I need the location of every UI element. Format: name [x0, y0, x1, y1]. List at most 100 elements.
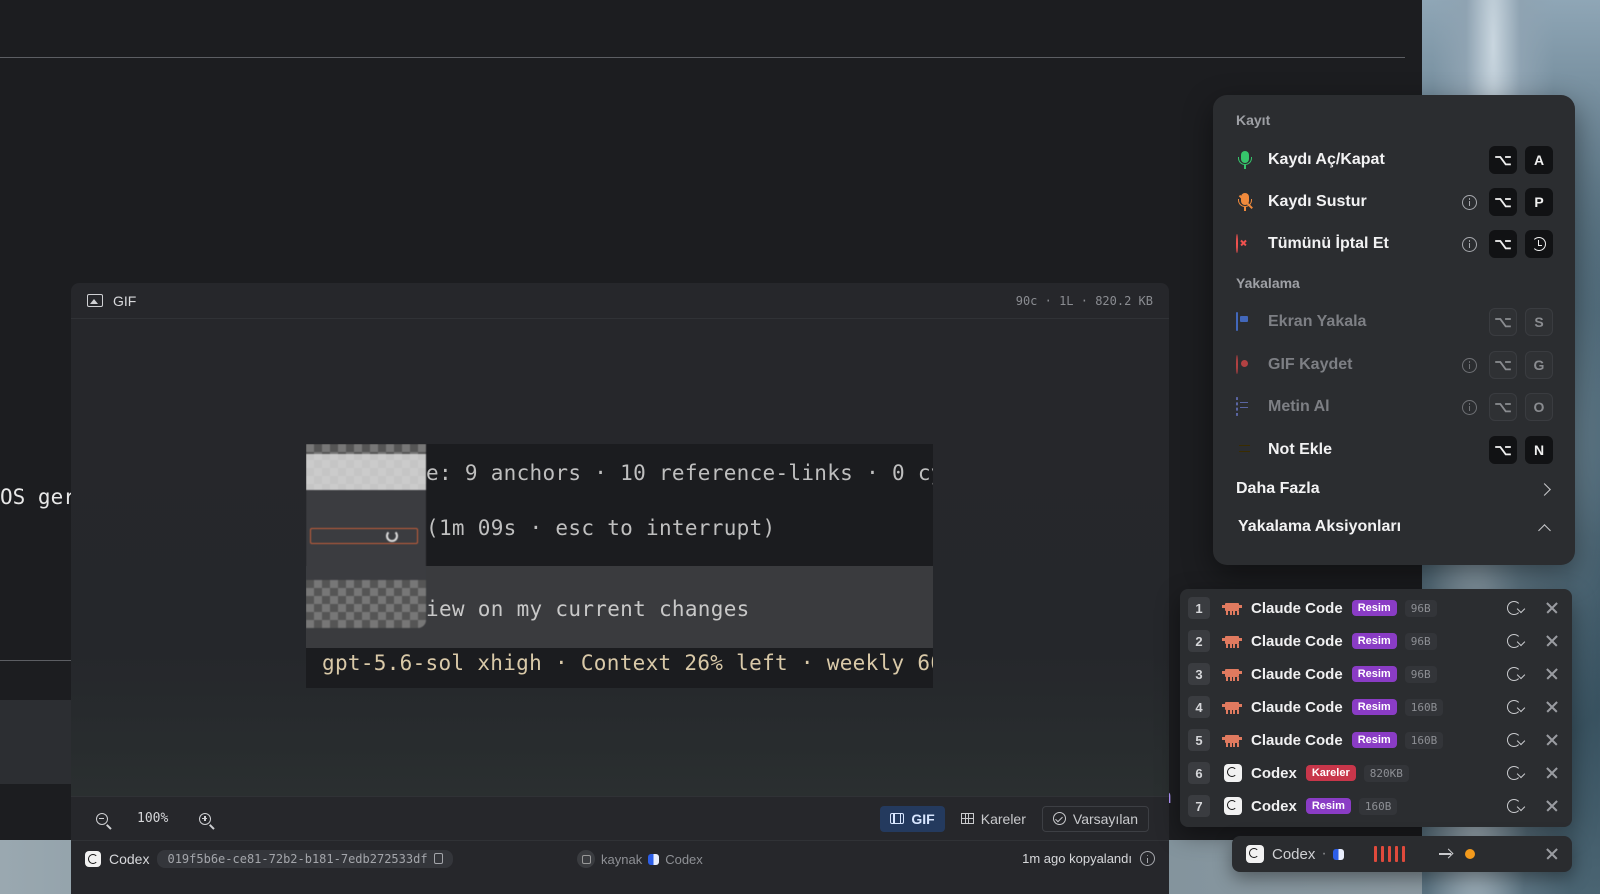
recapture-icon[interactable]: [1507, 601, 1521, 615]
menu-item-gif-record[interactable]: GIF Kaydet ⌥ G: [1236, 349, 1553, 381]
divider: [0, 660, 72, 661]
copy-icon: [433, 853, 443, 864]
size-badge: 96B: [1404, 632, 1437, 650]
history-key-icon: [1525, 230, 1553, 258]
gif-frame[interactable]: e: 9 anchors · 10 reference-links · 0 cy…: [306, 444, 933, 688]
menu-item-screen-capture[interactable]: Ekran Yakala ⌥ S: [1236, 306, 1553, 338]
recapture-icon[interactable]: [1507, 634, 1521, 648]
codex-app-icon: [1224, 797, 1242, 815]
session-id-chip[interactable]: 019f5b6e-ce81-72b2-b181-7edb272533df: [157, 849, 453, 868]
close-icon[interactable]: [1545, 848, 1558, 861]
spinner-icon: [386, 530, 398, 542]
zoom-in-icon: [199, 812, 212, 825]
codex-app-icon: [1224, 764, 1242, 782]
overlay-thumbnail: [306, 444, 426, 628]
close-icon[interactable]: [1545, 734, 1558, 747]
type-badge: Resim: [1351, 600, 1397, 616]
info-icon[interactable]: [1140, 851, 1155, 866]
menu-item-mute-record[interactable]: Kaydı Sustur ⌥ P: [1236, 186, 1553, 218]
gif-text-line: iew on my current changes: [426, 597, 750, 621]
option-key: ⌥: [1489, 308, 1517, 336]
text-scan-icon: [1236, 397, 1254, 416]
audio-level-icon: [1373, 846, 1405, 862]
size-badge: 96B: [1404, 599, 1437, 617]
menu-item-capture-actions[interactable]: Yakalama Aksiyonları: [1236, 511, 1553, 543]
record-icon: [1236, 355, 1254, 374]
size-badge: 96B: [1404, 665, 1437, 683]
size-badge: 820KB: [1363, 764, 1409, 782]
close-icon[interactable]: [1545, 800, 1558, 813]
close-icon[interactable]: [1545, 602, 1558, 615]
close-icon[interactable]: [1545, 668, 1558, 681]
option-key: ⌥: [1489, 351, 1517, 379]
close-icon[interactable]: [1545, 767, 1558, 780]
section-record-header: Kayıt: [1236, 112, 1271, 128]
shortcut-key: N: [1525, 436, 1553, 464]
info-icon[interactable]: [1462, 357, 1477, 373]
shortcut-key: O: [1525, 393, 1553, 421]
option-key: ⌥: [1489, 188, 1517, 216]
shortcut-key: P: [1525, 188, 1553, 216]
capture-history-list: 1 Claude Code Resim 96B 2 Claude Code Re…: [1180, 589, 1572, 827]
gif-text-line: e: 9 anchors · 10 reference-links · 0 cy: [426, 461, 933, 485]
microphone-muted-icon: [1236, 193, 1254, 211]
close-icon[interactable]: [1545, 701, 1558, 714]
mode-gif-button[interactable]: GIF: [880, 805, 945, 832]
menu-item-text-grab[interactable]: Metin Al ⌥ O: [1236, 391, 1553, 423]
menu-item-add-note[interactable]: Not Ekle ⌥ N: [1236, 434, 1553, 466]
claude-code-icon: [1222, 700, 1242, 714]
menu-item-cancel-all[interactable]: Tümünü İptal Et ⌥: [1236, 228, 1553, 260]
preview-meta: 90c · 1L · 820.2 KB: [1015, 293, 1153, 308]
input-band: [0, 700, 72, 784]
preview-footer: Codex 019f5b6e-ce81-72b2-b181-7edb272533…: [71, 840, 1169, 876]
list-item[interactable]: 7 Codex Resim 160B: [1188, 791, 1564, 821]
gif-status-line: gpt-5.6-sol xhigh · Context 26% left · w…: [322, 651, 933, 675]
recapture-icon[interactable]: [1507, 733, 1521, 747]
recapture-icon[interactable]: [1507, 700, 1521, 714]
preview-canvas: e: 9 anchors · 10 reference-links · 0 cy…: [71, 320, 1169, 796]
view-mode-switch: GIF Kareler Varsayılan: [880, 805, 1149, 832]
list-item[interactable]: 6 Codex Kareler 820KB: [1188, 758, 1564, 788]
option-key: ⌥: [1489, 436, 1517, 464]
recapture-icon[interactable]: [1507, 799, 1521, 813]
arrow-right-icon[interactable]: [1438, 853, 1451, 855]
list-item[interactable]: 5 Claude Code Resim 160B: [1188, 725, 1564, 755]
option-key: ⌥: [1489, 393, 1517, 421]
menu-item-toggle-record[interactable]: Kaydı Aç/Kapat ⌥ A: [1236, 144, 1553, 176]
recording-mini-bar: Codex ·: [1232, 836, 1572, 872]
list-item[interactable]: 4 Claude Code Resim 160B: [1188, 692, 1564, 722]
close-icon[interactable]: [1545, 635, 1558, 648]
copied-status: 1m ago kopyalandı: [1022, 851, 1155, 866]
zoom-out-button[interactable]: [91, 808, 113, 830]
zoom-level: 100%: [137, 811, 169, 826]
recapture-icon[interactable]: [1507, 766, 1521, 780]
type-badge: Resim: [1351, 666, 1397, 682]
info-icon[interactable]: [1462, 194, 1477, 210]
cancel-circle-icon: [1236, 234, 1254, 253]
shortcuts-menu: Kayıt Kaydı Aç/Kapat ⌥ A Kaydı Sustur ⌥ …: [1213, 95, 1575, 565]
codex-app-icon: [85, 850, 101, 867]
status-dot-icon: [1464, 849, 1475, 859]
source-icon: [577, 850, 595, 868]
preview-title: GIF: [113, 292, 137, 309]
list-item[interactable]: 2 Claude Code Resim 96B: [1188, 626, 1564, 656]
size-badge: 160B: [1404, 698, 1444, 716]
finder-icon: [1332, 848, 1344, 860]
info-icon[interactable]: [1462, 399, 1477, 415]
recapture-icon[interactable]: [1507, 667, 1521, 681]
option-key: ⌥: [1489, 146, 1517, 174]
finder-icon: [648, 853, 660, 865]
mode-frames-button[interactable]: Kareler: [951, 806, 1036, 832]
minibar-app-name: Codex: [1272, 845, 1316, 863]
list-item[interactable]: 3 Claude Code Resim 96B: [1188, 659, 1564, 689]
option-key: ⌥: [1489, 230, 1517, 258]
gif-text-line: (1m 09s · esc to interrupt): [426, 516, 776, 540]
shortcut-key: G: [1525, 351, 1553, 379]
default-button[interactable]: Varsayılan: [1041, 805, 1149, 832]
menu-item-more[interactable]: Daha Fazla: [1236, 473, 1553, 505]
zoom-in-button[interactable]: [194, 808, 216, 830]
gif-preview-window: GIF 90c · 1L · 820.2 KB e: 9 anchors · 1…: [71, 283, 1169, 894]
info-icon[interactable]: [1462, 236, 1477, 252]
list-item[interactable]: 1 Claude Code Resim 96B: [1188, 593, 1564, 623]
type-badge: Resim: [1351, 699, 1397, 715]
